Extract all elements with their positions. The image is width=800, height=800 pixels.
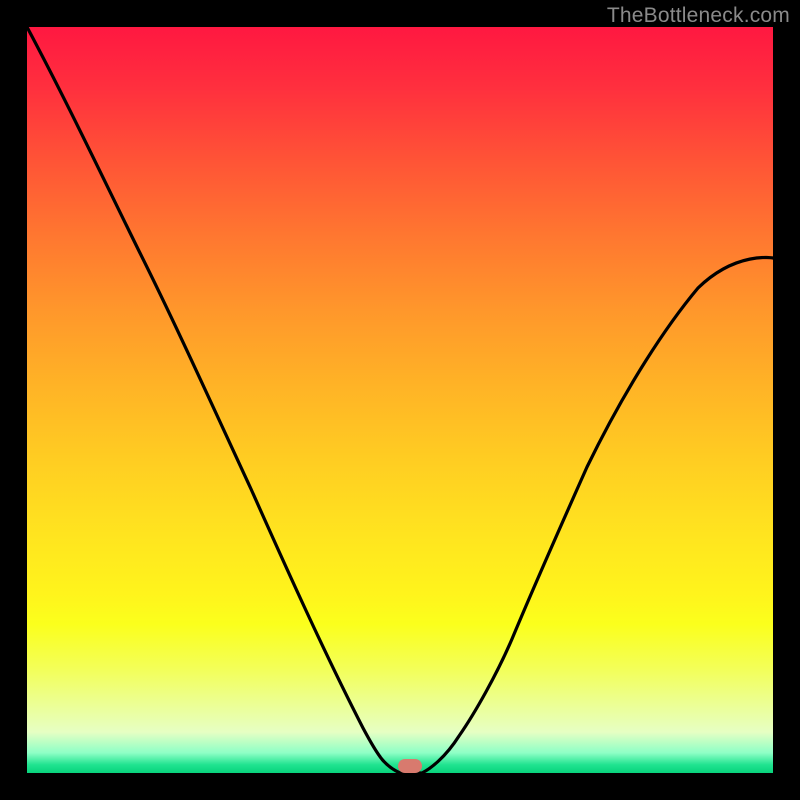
watermark-text: TheBottleneck.com xyxy=(607,4,790,28)
curve-path xyxy=(27,27,773,773)
bottleneck-curve xyxy=(27,27,773,773)
optimal-marker xyxy=(398,759,422,773)
chart-frame: TheBottleneck.com xyxy=(0,0,800,800)
plot-area xyxy=(27,27,773,773)
